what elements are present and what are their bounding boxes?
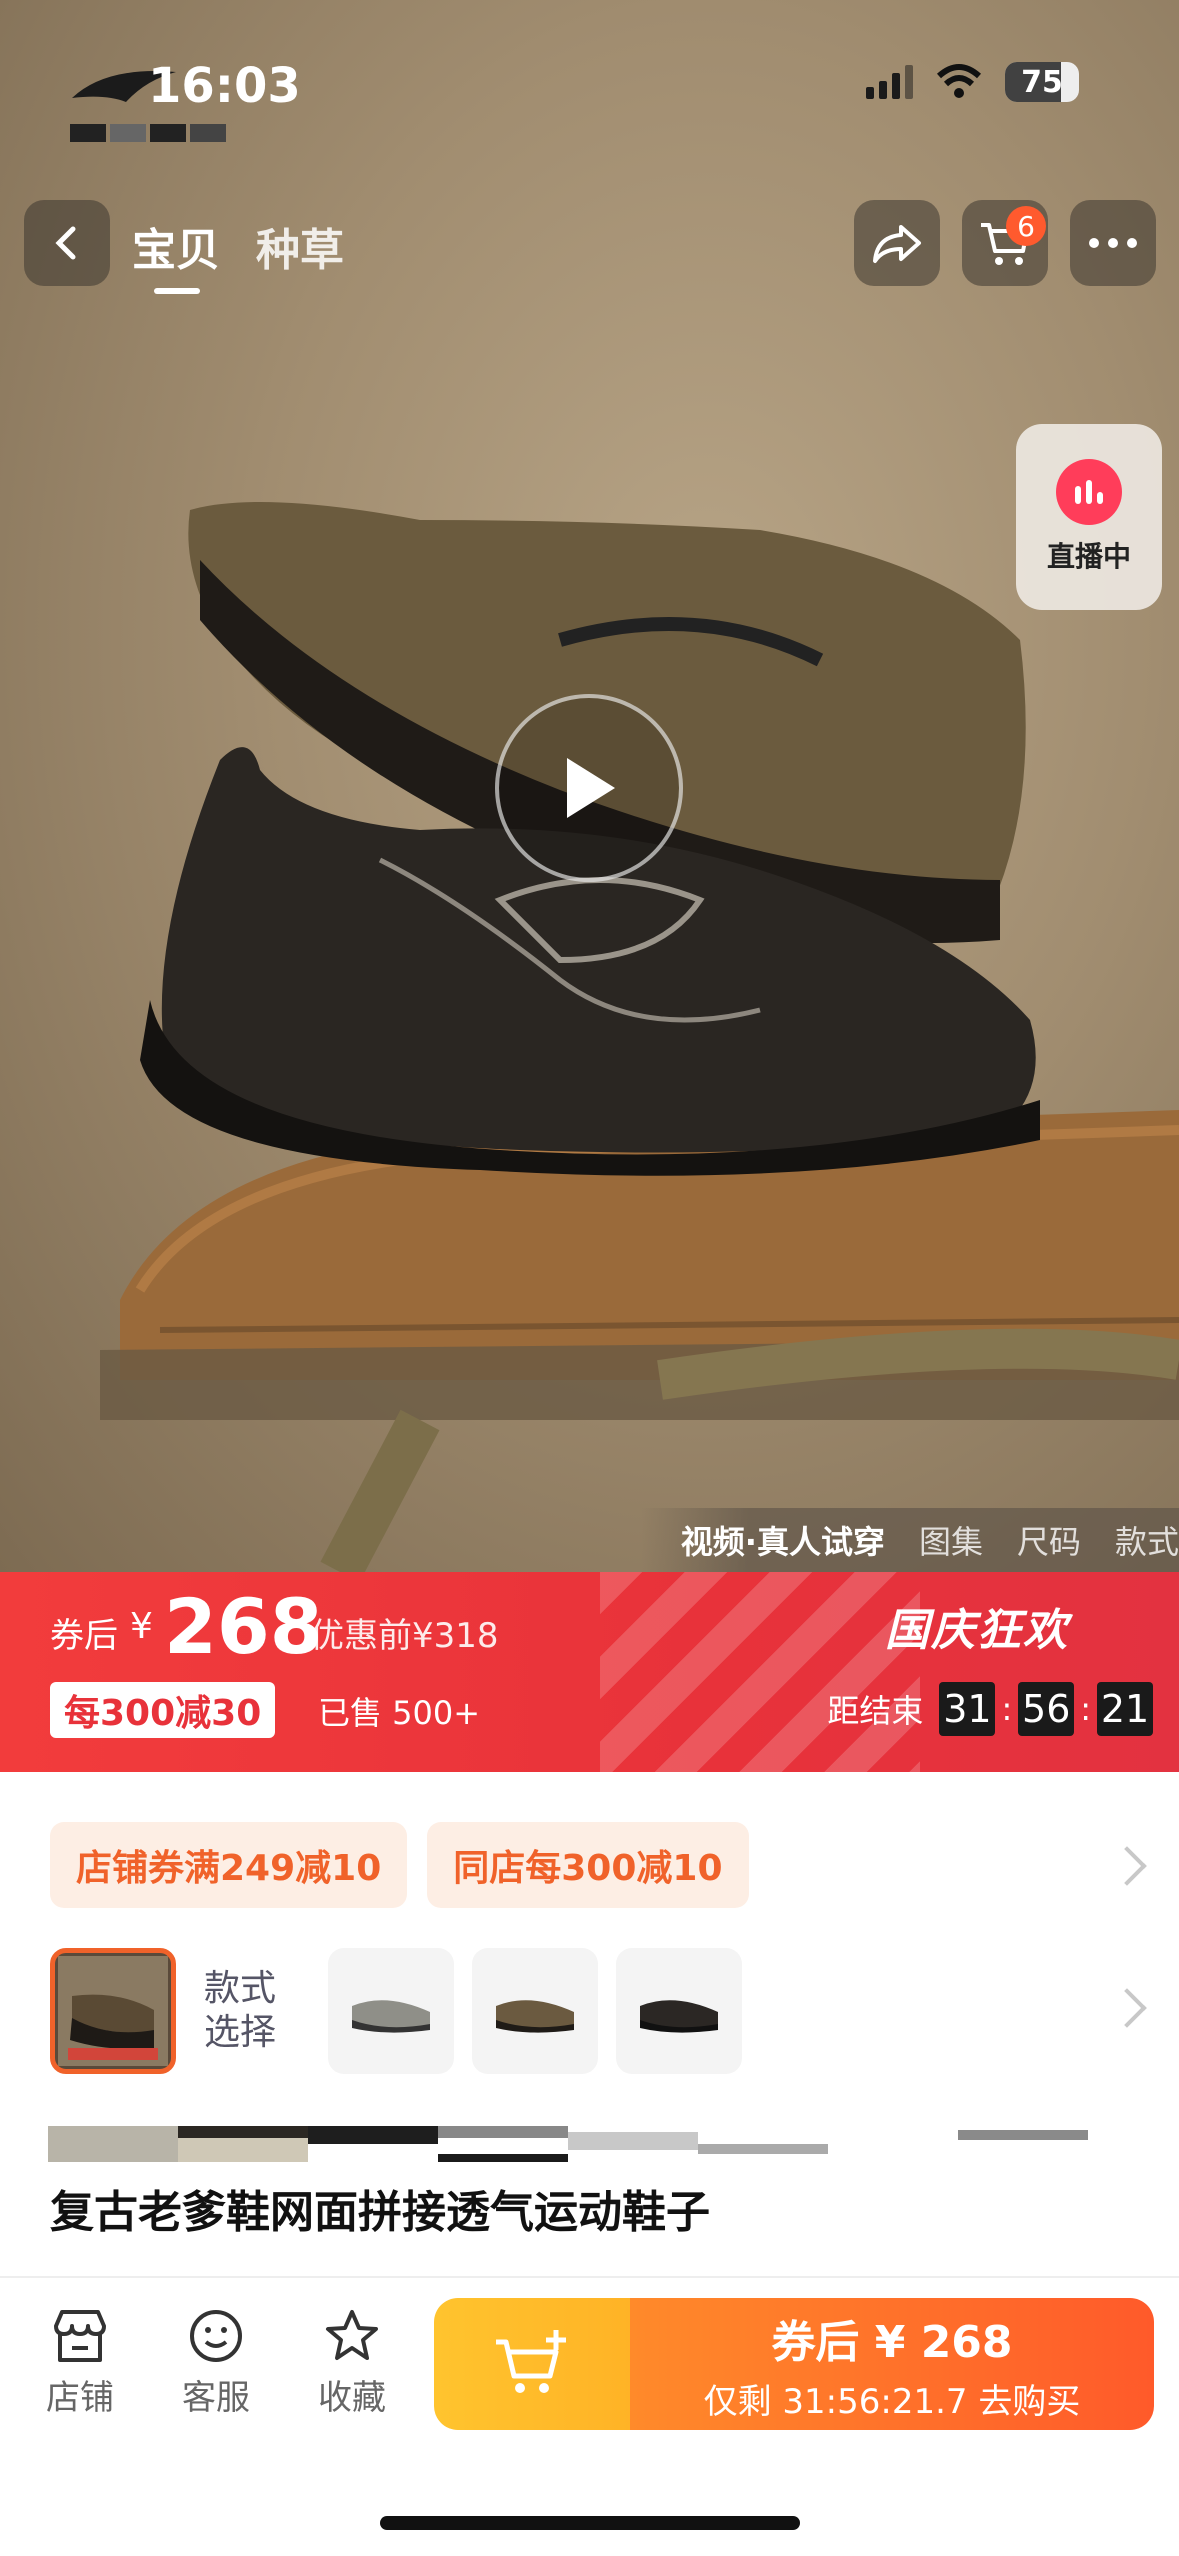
decorative-strip — [48, 2126, 1088, 2162]
original-price: 优惠前¥318 — [310, 1616, 499, 1656]
cellular-signal-icon — [866, 65, 913, 99]
coupon-list: 店铺券满249减10 同店每300减10 — [50, 1822, 749, 1908]
media-tab-video[interactable]: 视频·真人试穿 — [681, 1517, 885, 1563]
shoe-thumbnail-icon — [640, 2000, 718, 2033]
favorite-button[interactable]: 收藏 — [302, 2308, 402, 2419]
sold-count: 已售 500+ — [318, 1694, 481, 1732]
add-cart-icon — [496, 2330, 566, 2393]
cart-button[interactable]: 6 — [962, 200, 1048, 286]
star-icon — [326, 2310, 378, 2360]
countdown-hours: 31 — [939, 1682, 996, 1736]
store-label: 店铺 — [46, 2378, 114, 2418]
tab-recommend[interactable]: 种草 — [256, 214, 344, 278]
media-tab-size[interactable]: 尺码 — [1017, 1517, 1081, 1563]
shoe-thumbnail-icon — [496, 2000, 574, 2033]
buy-now-button[interactable]: 券后 ¥ 268 仅剩 31:56:21.7 去购买 — [630, 2298, 1154, 2430]
product-title: 复古老爹鞋网面拼接透气运动鞋子 — [50, 2187, 710, 2238]
live-label: 直播中 — [1046, 540, 1131, 573]
countdown-seconds: 21 — [1097, 1682, 1153, 1736]
home-indicator — [380, 2516, 800, 2530]
play-video-button[interactable] — [495, 694, 683, 882]
countdown-minutes: 56 — [1018, 1682, 1075, 1736]
share-button[interactable] — [854, 200, 940, 286]
tab-product[interactable]: 宝贝 — [132, 214, 220, 294]
coupon-store[interactable]: 店铺券满249减10 — [50, 1822, 408, 1908]
media-tabs: 视频·真人试穿 图集 尺码 款式 — [640, 1508, 1179, 1572]
back-button[interactable] — [24, 200, 110, 286]
cart-count-badge: 6 — [1006, 206, 1046, 246]
event-title: 国庆狂欢 — [885, 1605, 1069, 1656]
add-to-cart-button[interactable] — [434, 2298, 630, 2430]
variant-thumb-black[interactable] — [616, 1948, 742, 2074]
store-icon — [54, 2310, 106, 2362]
buy-countdown-line: 仅剩 31:56:21.7 去购买 — [703, 2381, 1081, 2422]
favorite-label: 收藏 — [318, 2378, 386, 2418]
currency-symbol: ¥ — [130, 1606, 153, 1647]
wifi-icon — [936, 64, 982, 98]
product-hero-image[interactable]: 16:03 75 宝贝 种草 6 直播中 视频·真人试穿 图集 尺码 款式 — [0, 0, 1179, 1572]
status-time: 16:03 — [148, 58, 301, 114]
battery-level: 75 — [1021, 64, 1063, 100]
more-button[interactable] — [1070, 200, 1156, 286]
shoe-thumbnail-icon — [58, 1956, 168, 2066]
customer-service-button[interactable]: 客服 — [166, 2308, 266, 2419]
price-value: 268 — [164, 1582, 323, 1671]
buy-button-group: 券后 ¥ 268 仅剩 31:56:21.7 去购买 — [434, 2298, 1154, 2430]
variant-selector: 款式选择 — [50, 1948, 742, 2074]
top-tabs: 宝贝 种草 — [132, 214, 344, 294]
countdown-timer: 距结束 31 : 56 : 21 — [827, 1682, 1153, 1736]
live-stream-button[interactable]: 直播中 — [1016, 424, 1162, 610]
battery-icon: 75 — [1005, 62, 1079, 102]
after-coupon-label: 券后 — [50, 1616, 118, 1656]
chevron-left-icon — [55, 226, 76, 260]
more-dots-icon — [1089, 238, 1137, 248]
price-banner: 券后 ¥ 268 优惠前¥318 每300减30 已售 500+ 国庆狂欢 距结… — [0, 1572, 1179, 1772]
smiley-chat-icon — [190, 2310, 242, 2362]
variant-thumb-grey[interactable] — [328, 1948, 454, 2074]
live-icon — [1056, 459, 1122, 525]
shoe-thumbnail-icon — [352, 2000, 430, 2033]
promo-tag: 每300减30 — [50, 1682, 276, 1738]
variant-label: 款式选择 — [204, 1968, 277, 2053]
share-icon — [873, 225, 921, 263]
service-label: 客服 — [182, 2378, 250, 2418]
countdown-label: 距结束 — [827, 1692, 924, 1730]
play-icon — [567, 758, 615, 818]
coupon-chevron-right-icon[interactable] — [1107, 1846, 1147, 1886]
media-tab-style[interactable]: 款式 — [1115, 1517, 1179, 1563]
status-icons: 75 — [866, 62, 1079, 102]
coupon-same-store[interactable]: 同店每300减10 — [427, 1822, 749, 1908]
media-tab-gallery[interactable]: 图集 — [919, 1517, 983, 1563]
banner-decoration — [600, 1572, 920, 1772]
variant-thumb-selected[interactable] — [50, 1948, 176, 2074]
bottom-action-bar: 店铺 客服 收藏 券后 ¥ 268 仅剩 31:56:21.7 去购买 — [0, 2278, 1179, 2556]
variant-chevron-right-icon[interactable] — [1107, 1988, 1147, 2028]
variant-thumb-brown[interactable] — [472, 1948, 598, 2074]
buy-price-line: 券后 ¥ 268 — [771, 2316, 1013, 2368]
store-button[interactable]: 店铺 — [30, 2308, 130, 2419]
